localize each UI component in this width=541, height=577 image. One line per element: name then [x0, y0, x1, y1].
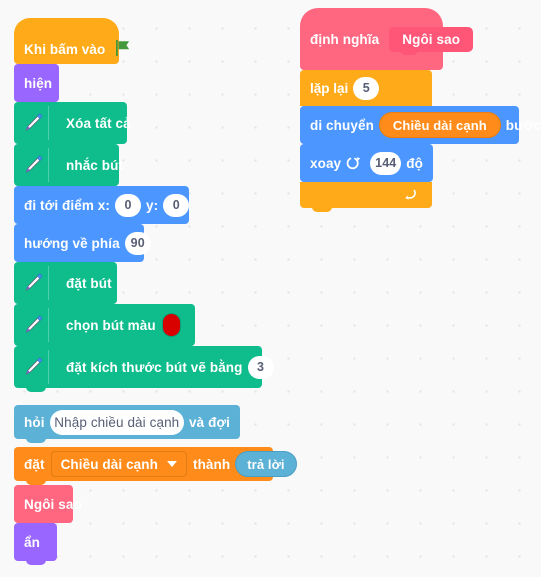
pen-divider [48, 148, 49, 182]
repeat-input[interactable]: 5 [353, 76, 380, 100]
pen-divider [48, 308, 49, 342]
turn-degrees-input[interactable]: 144 [370, 151, 402, 175]
repeat-footer [300, 182, 432, 212]
procedure-prototype[interactable]: Ngôi sao [389, 26, 474, 55]
block-define-ngoi-sao[interactable]: định nghĩa Ngôi sao [300, 8, 474, 74]
when-flag-clicked-label: Khi bấm vào [24, 42, 106, 57]
block-erase-all[interactable]: Xóa tất cả [14, 102, 131, 148]
ask-input[interactable]: Nhập chiều dài cạnh [49, 409, 185, 435]
ask-label: hỏi [24, 414, 45, 430]
block-call-ngoi-sao[interactable]: Ngôi sao [14, 485, 82, 527]
variable-dropdown-value: Chiều dài cạnh [60, 456, 158, 472]
block-point-in-direction[interactable]: hướng về phía 90 [14, 224, 151, 266]
block-set-pen-size[interactable]: đặt kích thước bút vẽ bằng 3 [14, 346, 274, 392]
green-flag-icon [114, 39, 132, 57]
ask-wait-label: và đợi [189, 414, 230, 430]
chevron-down-icon [166, 461, 177, 467]
set-pen-size-label: đặt kích thước bút vẽ bằng [66, 359, 243, 375]
go-to-xy-label-x: đi tới điểm x: [24, 197, 111, 213]
repeat-label: lặp lại [310, 80, 349, 96]
block-turn-right[interactable]: xoay 144 độ [300, 144, 433, 186]
define-label: định nghĩa [310, 31, 380, 47]
pen-icon [20, 110, 46, 136]
block-move-steps[interactable]: di chuyển Chiều dài cạnh bước [300, 106, 541, 148]
point-in-direction-input[interactable]: 90 [124, 231, 151, 255]
hide-label: ẩn [24, 534, 40, 550]
block-show[interactable]: hiện [14, 64, 59, 106]
point-in-direction-label: hướng về phía [24, 235, 120, 251]
turn-label: xoay [310, 155, 342, 171]
pen-icon [20, 152, 46, 178]
turn-degrees-label: độ [406, 155, 423, 171]
go-to-xy-input-y[interactable]: 0 [163, 193, 190, 217]
pen-down-label: đặt bút [66, 275, 112, 291]
repeat-body: di chuyển Chiều dài cạnh bước xoay 144 đ… [300, 106, 541, 186]
set-variable-label: đặt [24, 456, 45, 472]
block-repeat[interactable]: lặp lại 5 di chuyển Chiều dài cạnh bước … [300, 70, 541, 212]
block-ask-and-wait[interactable]: hỏi Nhập chiều dài cạnh và đợi [14, 405, 240, 443]
repeat-header[interactable]: lặp lại 5 [300, 70, 432, 106]
block-set-pen-color[interactable]: chọn bút màu [14, 304, 195, 350]
move-steps-label: bước [505, 117, 541, 133]
answer-reporter[interactable]: trả lời [235, 451, 297, 477]
block-pen-up[interactable]: nhắc bút [14, 144, 123, 190]
block-set-variable[interactable]: đặt Chiều dài cạnh thành trả lời [14, 447, 297, 485]
pen-icon [20, 354, 46, 380]
block-go-to-xy[interactable]: đi tới điểm x: 0 y: 0 [14, 186, 190, 228]
pen-divider [48, 350, 49, 384]
block-pen-down[interactable]: đặt bút [14, 262, 117, 308]
call-ngoi-sao-label: Ngôi sao [24, 496, 82, 512]
set-pen-color-label: chọn bút màu [66, 317, 156, 333]
go-to-xy-label-y: y: [146, 197, 159, 213]
pen-color-swatch[interactable] [161, 313, 181, 337]
pen-icon [20, 270, 46, 296]
turn-clockwise-icon [345, 155, 362, 172]
pen-divider [48, 266, 49, 300]
pen-up-label: nhắc bút [66, 157, 124, 173]
move-label: di chuyển [310, 117, 374, 133]
go-to-xy-input-x[interactable]: 0 [115, 193, 142, 217]
block-when-flag-clicked[interactable]: Khi bấm vào [14, 18, 130, 68]
set-variable-to-label: thành [192, 456, 231, 472]
erase-all-label: Xóa tất cả [66, 115, 131, 131]
variable-reporter-chieu-dai-canh[interactable]: Chiều dài cạnh [378, 112, 501, 138]
variable-dropdown[interactable]: Chiều dài cạnh [50, 451, 187, 477]
pen-divider [48, 106, 49, 140]
blocks-workspace[interactable]: Khi bấm vào hiện Xóa tất cả nhắc bút đi … [0, 0, 541, 577]
block-hide[interactable]: ẩn [14, 523, 57, 565]
set-pen-size-input[interactable]: 3 [247, 355, 274, 379]
pen-icon [20, 312, 46, 338]
loop-arrow-icon [402, 187, 418, 203]
show-label: hiện [24, 75, 53, 91]
